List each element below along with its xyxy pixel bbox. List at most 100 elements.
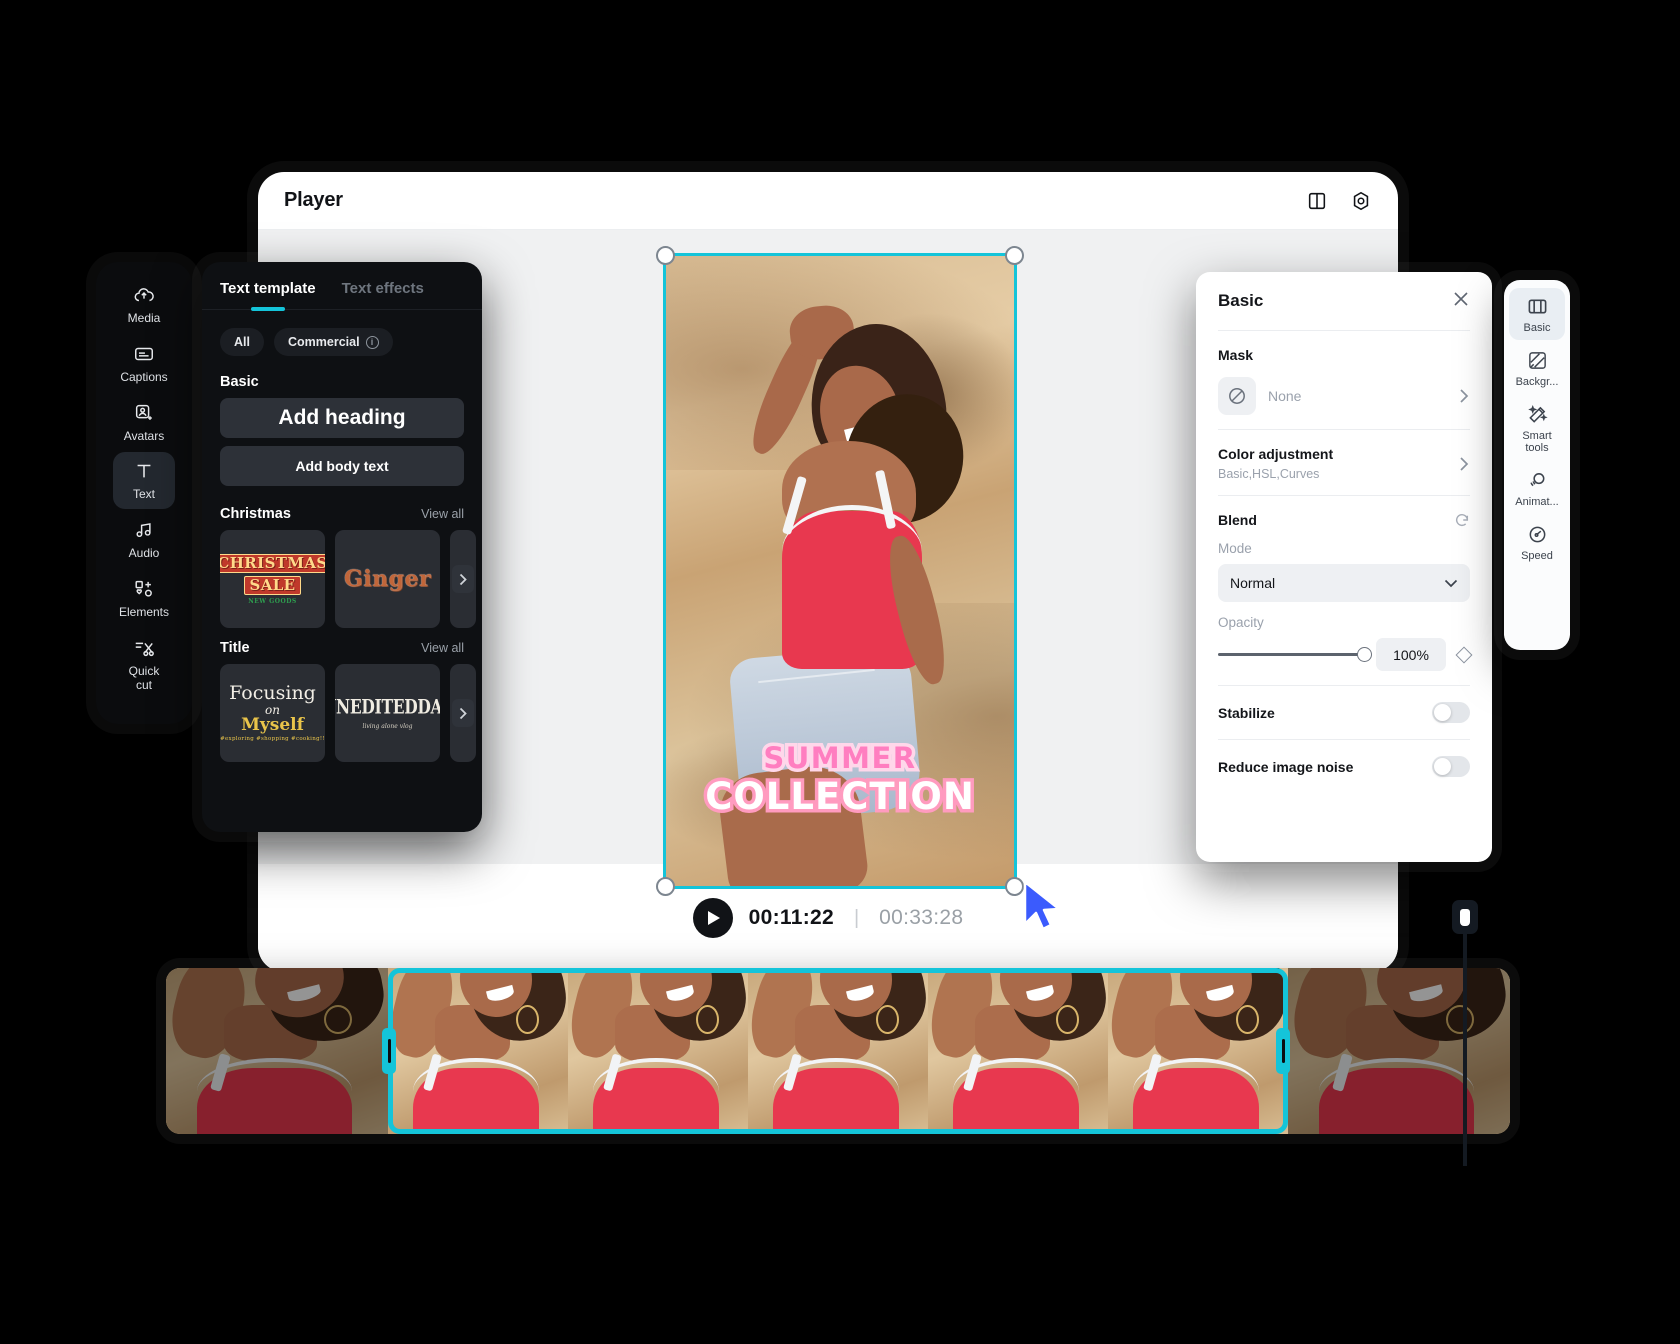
resize-handle-top-right[interactable] — [1005, 246, 1024, 265]
sidebar-item-media[interactable]: Media — [113, 276, 175, 333]
playhead[interactable] — [1452, 900, 1478, 1166]
opacity-value[interactable]: 100% — [1376, 638, 1446, 671]
sidebar-item-audio[interactable]: Audio — [113, 511, 175, 568]
sidebar-item-label: Media — [127, 311, 161, 325]
settings-gear-icon[interactable] — [1350, 190, 1372, 212]
mask-section: Mask None — [1218, 331, 1470, 429]
section-basic-label: Basic — [220, 374, 259, 390]
sidebar-item-elements[interactable]: Elements — [113, 570, 175, 627]
trim-handle-left[interactable] — [382, 1028, 396, 1074]
tab-speed[interactable]: Speed — [1509, 516, 1565, 568]
chevron-right-icon[interactable] — [452, 565, 474, 593]
left-tool-rail: Media Captions Avatars Text Audio Elemen… — [96, 262, 192, 724]
template-preview: Focusing on Myself #exploring #shopping … — [220, 681, 325, 743]
tab-text-template[interactable]: Text template — [220, 280, 316, 309]
chevron-right-icon — [1460, 389, 1469, 403]
timeline-clip[interactable] — [166, 968, 388, 1134]
time-separator: | — [853, 906, 860, 929]
filter-chip-all[interactable]: All — [220, 328, 264, 356]
keyframe-diamond-icon[interactable] — [1455, 646, 1473, 663]
template-text-line: SALE — [244, 575, 301, 595]
sidebar-item-captions[interactable]: Captions — [113, 335, 175, 392]
timeline-clip[interactable] — [928, 968, 1108, 1134]
resize-handle-bottom-left[interactable] — [656, 877, 675, 896]
play-button[interactable] — [692, 898, 733, 938]
template-thumbnail[interactable]: UNEDITEDDAY living alone vlog — [335, 664, 440, 762]
template-thumbnail[interactable]: Ginger — [335, 530, 440, 628]
view-all-link[interactable]: View all — [421, 641, 464, 655]
christmas-template-list: CHRISTMAS SALE NEW GOODS Ginger — [202, 530, 482, 628]
blend-mode-select[interactable]: Normal — [1218, 564, 1470, 602]
filter-chip-label: Commercial — [287, 335, 360, 349]
add-body-text-button[interactable]: Add body text — [220, 446, 464, 486]
video-content: SUMMER COLLECTION — [663, 253, 1017, 889]
add-heading-button[interactable]: Add heading — [220, 398, 464, 438]
playhead-handle[interactable] — [1452, 900, 1478, 934]
cloud-upload-icon — [134, 288, 154, 302]
tab-label: Speed — [1521, 550, 1553, 563]
header-icon-group — [1306, 190, 1372, 212]
tab-text-effects[interactable]: Text effects — [342, 280, 424, 309]
chevron-right-icon[interactable] — [452, 699, 474, 727]
timeline-clip[interactable] — [1108, 968, 1288, 1134]
template-text-line: Myself — [241, 714, 304, 735]
background-icon — [1528, 352, 1546, 369]
basic-panel-header: Basic — [1218, 272, 1470, 330]
filter-chip-commercial[interactable]: Commercial i — [273, 328, 393, 356]
tab-label: Basic — [1523, 322, 1551, 334]
tab-background[interactable]: Backgr... — [1509, 342, 1565, 394]
stabilize-label: Stabilize — [1218, 704, 1275, 721]
section-title-header: Title View all — [202, 628, 482, 664]
section-label: Christmas — [220, 506, 291, 522]
blend-label: Blend — [1218, 512, 1257, 528]
caption-line-2: COLLECTION — [702, 774, 978, 820]
template-text-line: Focusing — [229, 681, 316, 704]
sidebar-item-avatars[interactable]: Avatars — [113, 394, 175, 451]
template-text-line: NEW GOODS — [248, 597, 297, 605]
close-icon[interactable] — [1452, 290, 1470, 313]
text-t-icon — [137, 465, 151, 478]
tab-smart-tools[interactable]: Smart tools — [1509, 396, 1565, 460]
template-thumbnail[interactable]: Focusing on Myself #exploring #shopping … — [220, 664, 325, 762]
chevron-down-icon — [1444, 579, 1458, 587]
view-all-link[interactable]: View all — [421, 507, 464, 521]
mask-label: Mask — [1218, 347, 1254, 363]
sidebar-item-quick-cut[interactable]: Quick cut — [113, 629, 175, 700]
reduce-image-noise-toggle[interactable] — [1432, 756, 1470, 777]
tab-animation[interactable]: Animat... — [1509, 462, 1565, 514]
sidebar-item-text[interactable]: Text — [113, 452, 175, 510]
timeline[interactable] — [166, 900, 1510, 1166]
info-icon[interactable]: i — [365, 335, 379, 349]
sidebar-item-label: Text — [132, 487, 155, 502]
reduce-image-noise-row: Reduce image noise — [1218, 740, 1470, 793]
trim-handle-right[interactable] — [1276, 1028, 1290, 1074]
reset-icon — [1455, 514, 1469, 527]
blend-mode-value: Normal — [1230, 575, 1276, 591]
opacity-slider-knob[interactable] — [1357, 646, 1372, 662]
sidebar-item-label: Captions — [120, 369, 168, 384]
elements-shapes-icon — [135, 580, 152, 597]
resize-handle-top-left[interactable] — [656, 246, 675, 265]
magic-wand-icon — [1527, 405, 1548, 423]
avatar-add-icon — [135, 404, 152, 420]
timeline-clip[interactable] — [568, 968, 748, 1134]
text-panel-tabs: Text template Text effects — [202, 280, 482, 310]
stabilize-toggle[interactable] — [1432, 702, 1470, 723]
no-mask-icon — [1218, 377, 1256, 415]
color-adjustment-section[interactable]: Color adjustment Basic,HSL,Curves — [1218, 430, 1470, 495]
tab-basic[interactable]: Basic — [1509, 288, 1565, 341]
layout-split-icon[interactable] — [1306, 190, 1328, 212]
template-text-line: UNEDITEDDAY — [335, 694, 440, 718]
music-note-icon — [136, 523, 151, 538]
timeline-clip[interactable] — [748, 968, 928, 1134]
captions-icon — [135, 347, 153, 361]
tab-label: Backgr... — [1515, 376, 1559, 389]
template-thumbnail[interactable]: CHRISTMAS SALE NEW GOODS — [220, 530, 325, 628]
right-tab-strip: Basic Backgr... Smart tools Animat... Sp… — [1504, 280, 1570, 650]
mask-row[interactable]: None — [1218, 377, 1470, 415]
timeline-clip[interactable] — [388, 968, 568, 1134]
film-strip-icon — [1528, 299, 1546, 314]
section-christmas-header: Christmas View all — [202, 494, 482, 530]
video-preview-frame[interactable]: SUMMER COLLECTION — [656, 246, 1024, 896]
opacity-slider[interactable] — [1218, 646, 1372, 662]
